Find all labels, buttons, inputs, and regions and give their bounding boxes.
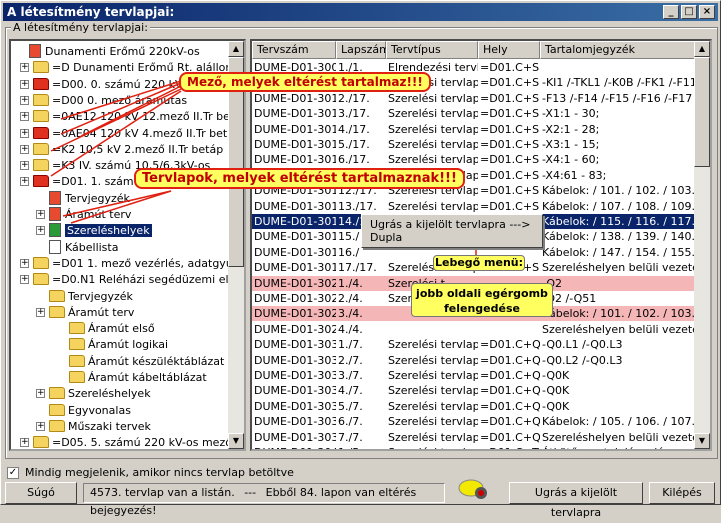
- exit-button[interactable]: Kilépés: [649, 482, 715, 504]
- mouse-icon: [457, 477, 491, 501]
- tip-right-click: jobb oldali egérgomb felengedése: [411, 283, 553, 317]
- context-menu[interactable]: Ugrás a kijelölt tervlapra ---> Dupla: [361, 214, 543, 248]
- always-show-checkbox[interactable]: ✓: [7, 467, 19, 479]
- menu-item-goto[interactable]: Ugrás a kijelölt tervlapra ---> Dupla: [370, 218, 530, 244]
- status-bar: 4573. tervlap van a listán. --- Ebből 84…: [83, 483, 445, 517]
- main-window: A létesítmény tervlapjai: _ □ × A létesí…: [0, 0, 721, 519]
- status-separator: ---: [244, 486, 257, 499]
- goto-sheet-button[interactable]: Ugrás a kijelölt tervlapra: [509, 482, 643, 519]
- always-show-label: Mindig megjelenik, amikor nincs tervlap …: [25, 466, 294, 479]
- callout-arrows: [50, 80, 477, 256]
- tip-floating-menu: Lebegő menü:: [433, 255, 525, 271]
- status-count: 4573. tervlap van a listán.: [90, 486, 235, 499]
- help-button[interactable]: Súgó: [5, 482, 77, 504]
